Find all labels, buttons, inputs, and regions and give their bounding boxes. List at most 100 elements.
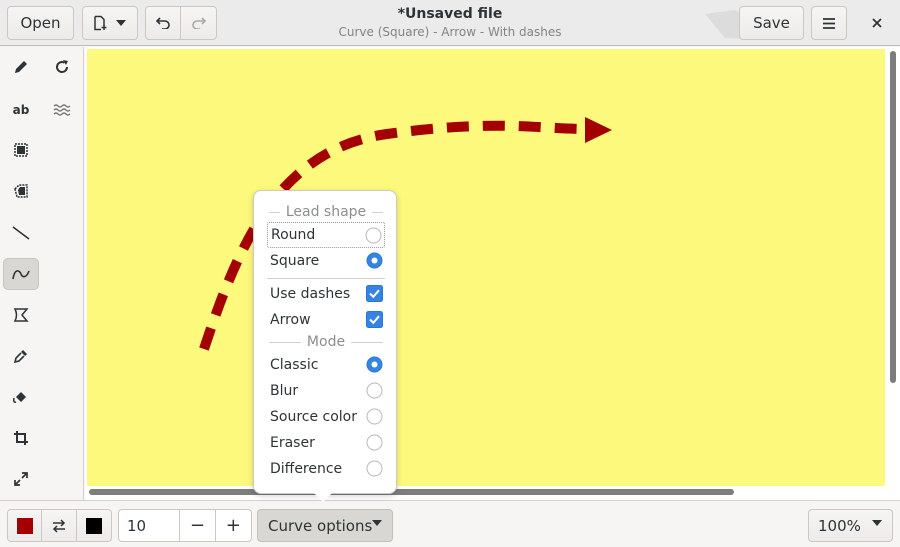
minus-icon: −: [189, 515, 205, 536]
color-controls: [7, 509, 112, 542]
tool-scale[interactable]: [3, 463, 39, 495]
chevron-down-icon: [116, 20, 126, 26]
bottom-toolbar: 10 − + Curve options 100%: [0, 500, 900, 547]
header-bar: Open *Unsaved file Curve (Square) - Arro…: [0, 0, 900, 46]
tool-blur[interactable]: [44, 94, 80, 126]
option-label: Use dashes: [270, 286, 351, 302]
lead-square-option[interactable]: Square: [267, 248, 385, 274]
radio-unchecked-icon: [366, 382, 383, 399]
option-label: Source color: [270, 409, 358, 425]
window-title: *Unsaved file: [397, 6, 503, 22]
window-subtitle: Curve (Square) - Arrow - With dashes: [338, 25, 562, 39]
exchange-colors-button[interactable]: [42, 510, 77, 541]
curve-options-popover: Lead shape Round Square Use dashes Arrow…: [253, 190, 397, 494]
tool-rectangle-selection[interactable]: [3, 134, 39, 166]
window-title-area: *Unsaved file Curve (Square) - Arrow - W…: [300, 5, 600, 41]
text-icon: ab: [12, 103, 30, 117]
lead-round-option[interactable]: Round: [267, 222, 385, 248]
save-button-label: Save: [753, 14, 790, 32]
main-color-swatch: [16, 517, 33, 534]
tool-curve[interactable]: [3, 258, 39, 290]
popover-arrow: [314, 493, 332, 502]
undo-icon: [156, 17, 170, 29]
mode-source-color-option[interactable]: Source color: [267, 404, 385, 430]
swap-arrows-icon: [52, 518, 66, 533]
tool-line[interactable]: [3, 217, 39, 249]
tool-pencil[interactable]: [3, 51, 39, 83]
radio-checked-icon: [366, 356, 383, 373]
tool-crop[interactable]: [3, 422, 39, 454]
separator: [267, 278, 385, 279]
open-button-label: Open: [20, 14, 61, 32]
drawing-canvas[interactable]: [87, 49, 885, 486]
close-window-button[interactable]: [860, 6, 894, 40]
increase-size-button[interactable]: +: [216, 510, 251, 541]
mode-header: Mode: [269, 334, 383, 350]
checkbox-checked-icon: [366, 285, 383, 302]
use-dashes-toggle[interactable]: Use dashes: [267, 281, 385, 307]
new-file-menu-button[interactable]: [82, 6, 138, 40]
free-select-icon: [14, 184, 28, 198]
tool-size-spinbutton: 10 − +: [118, 509, 252, 542]
option-label: Classic: [270, 357, 319, 373]
radio-unchecked-icon: [365, 227, 382, 244]
lead-shape-label: Lead shape: [285, 204, 367, 220]
radio-unchecked-icon: [366, 408, 383, 425]
vertical-scrollbar[interactable]: [890, 51, 896, 383]
rect-select-icon: [14, 143, 28, 157]
paint-bucket-icon: [13, 392, 26, 403]
eyedropper-icon: [13, 350, 27, 364]
shape-icon: [13, 308, 29, 322]
tool-size-input[interactable]: 10: [119, 510, 181, 541]
redo-button[interactable]: [181, 7, 216, 39]
mode-label: Mode: [306, 334, 346, 350]
mode-difference-option[interactable]: Difference: [267, 456, 385, 482]
mode-classic-option[interactable]: Classic: [267, 352, 385, 378]
curve-options-label: Curve options: [268, 516, 373, 535]
checkbox-checked-icon: [366, 311, 383, 328]
wavy-lines-icon: [53, 104, 71, 116]
option-label: Eraser: [270, 435, 315, 451]
secondary-color-button[interactable]: [77, 510, 111, 541]
chevron-down-icon: [872, 520, 882, 526]
pencil-icon: [15, 61, 27, 73]
tool-rotate[interactable]: [44, 51, 80, 83]
tool-free-selection[interactable]: [3, 175, 39, 207]
lead-shape-header: Lead shape: [269, 204, 383, 220]
curve-icon: [12, 270, 30, 280]
tool-text[interactable]: ab: [3, 94, 39, 126]
arrow-toggle[interactable]: Arrow: [267, 307, 385, 333]
zoom-level: 100%: [818, 516, 861, 535]
option-label: Difference: [270, 461, 343, 477]
line-icon: [12, 226, 30, 240]
new-file-icon: [94, 15, 107, 31]
rotate-icon: [56, 60, 69, 73]
horizontal-scrollbar[interactable]: [89, 489, 734, 495]
tool-color-picker[interactable]: [3, 340, 39, 372]
mode-eraser-option[interactable]: Eraser: [267, 430, 385, 456]
undo-button[interactable]: [146, 7, 182, 39]
redo-icon: [191, 17, 206, 29]
curve-options-button[interactable]: Curve options: [257, 509, 393, 542]
crop-icon: [14, 431, 28, 445]
main-color-button[interactable]: [8, 510, 43, 541]
plus-icon: +: [225, 515, 241, 536]
main-menu-button[interactable]: [811, 6, 847, 40]
tool-paint[interactable]: [3, 381, 39, 413]
save-button[interactable]: Save: [739, 6, 804, 40]
open-button[interactable]: Open: [7, 6, 74, 40]
radio-checked-icon: [366, 252, 383, 269]
curve-stroke-drawing: [199, 117, 612, 351]
scale-icon: [14, 472, 28, 486]
tools-sidebar: ab: [0, 47, 84, 500]
hamburger-menu-icon: [823, 17, 835, 29]
tool-free-shape[interactable]: [3, 299, 39, 331]
mode-blur-option[interactable]: Blur: [267, 378, 385, 404]
option-label: Square: [270, 253, 320, 269]
canvas-area[interactable]: [85, 47, 900, 500]
secondary-color-swatch: [85, 517, 102, 534]
option-label: Round: [271, 227, 316, 243]
zoom-menu-button[interactable]: 100%: [808, 509, 893, 542]
decrease-size-button[interactable]: −: [180, 510, 216, 541]
radio-unchecked-icon: [366, 460, 383, 477]
